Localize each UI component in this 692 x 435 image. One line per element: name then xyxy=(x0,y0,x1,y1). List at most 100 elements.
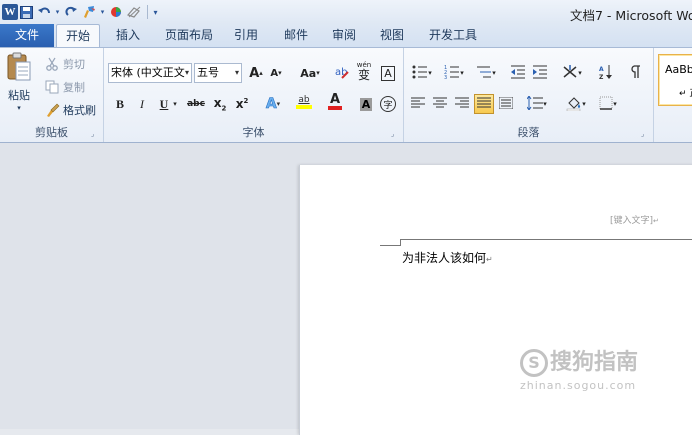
justify-icon xyxy=(477,97,491,112)
bold-button[interactable]: B xyxy=(110,94,130,114)
highlight-button[interactable]: ab xyxy=(290,92,318,112)
strikethrough-button[interactable]: abc xyxy=(184,94,208,114)
line-spacing-button[interactable]: ▾ xyxy=(524,94,550,114)
chinese-layout-icon xyxy=(562,64,578,82)
title-bar: W ▾ ▾ ▾ 文档7 - Microsoft Wo xyxy=(0,0,692,24)
subscript-button[interactable]: x2 xyxy=(210,94,230,114)
redo-icon[interactable] xyxy=(63,3,79,21)
decrease-indent-button[interactable] xyxy=(508,63,528,83)
tab-home[interactable]: 开始 xyxy=(56,24,100,48)
grow-font-button[interactable]: A ▴ xyxy=(246,63,266,83)
document-body-text[interactable]: 为非法人该如何↵ xyxy=(402,249,493,266)
copy-icon xyxy=(44,79,60,95)
eraser-icon[interactable] xyxy=(126,3,142,21)
tab-view[interactable]: 视图 xyxy=(374,24,410,47)
paragraph-launcher-icon[interactable]: ⌟ xyxy=(641,130,649,138)
numbering-button[interactable]: 123 ▾ xyxy=(440,63,468,83)
tab-page-layout[interactable]: 页面布局 xyxy=(160,24,218,47)
character-shading-icon: A xyxy=(359,97,373,111)
watermark-text: 搜狗指南 xyxy=(550,350,639,375)
align-left-button[interactable] xyxy=(408,94,428,114)
increase-indent-button[interactable] xyxy=(530,63,550,83)
phonetic-guide-char: 变 xyxy=(357,68,370,82)
align-right-button[interactable] xyxy=(452,94,472,114)
undo-icon[interactable] xyxy=(36,3,52,21)
font-name-value: 宋体 (中文正文 xyxy=(111,66,185,79)
show-marks-button[interactable] xyxy=(626,63,646,83)
font-name-dropdown-icon[interactable]: ▾ xyxy=(185,64,189,82)
tab-mailings[interactable]: 邮件 xyxy=(278,24,314,47)
distributed-button[interactable] xyxy=(496,94,516,114)
increase-indent-icon xyxy=(532,65,548,82)
font-size-dropdown-icon[interactable]: ▾ xyxy=(235,64,239,82)
superscript-icon: x2 xyxy=(235,97,249,111)
justify-button[interactable] xyxy=(474,94,494,114)
format-painter-button[interactable]: 格式刷 xyxy=(44,102,96,118)
customize-qat-icon[interactable]: ▾ xyxy=(151,3,160,21)
ribbon: 粘贴 ▾ 剪切 复制 格式刷 剪贴板 ⌟ 宋体 (中文正文 ▾ 五号 ▾ A ▴… xyxy=(0,47,692,143)
change-case-icon: Aa xyxy=(300,66,317,80)
cut-button[interactable]: 剪切 xyxy=(44,56,85,72)
font-group: 宋体 (中文正文 ▾ 五号 ▾ A▴ A▾ Aa▾ ab wén 变 A xyxy=(104,48,404,142)
clipboard-launcher-icon[interactable]: ⌟ xyxy=(91,130,99,138)
svg-text:Z: Z xyxy=(599,74,604,80)
font-color-button[interactable]: A xyxy=(322,92,348,112)
word-logo-icon[interactable]: W xyxy=(2,4,18,20)
header-placeholder[interactable]: [键入文字]↵ xyxy=(610,213,659,226)
font-launcher-icon[interactable]: ⌟ xyxy=(391,130,399,138)
tab-file[interactable]: 文件 xyxy=(0,24,54,47)
font-color-icon: A xyxy=(329,92,341,107)
paste-button[interactable]: 粘贴 ▾ xyxy=(6,52,32,112)
svg-text:A: A xyxy=(599,66,604,73)
tab-insert[interactable]: 插入 xyxy=(108,24,148,47)
enclose-characters-button[interactable]: 字 xyxy=(378,94,398,114)
tab-developer[interactable]: 开发工具 xyxy=(424,24,482,47)
paragraph-group: ▾ 123 ▾ ▾ ▾ AZ ▾ ▾ ▾ 段落 ⌟ xyxy=(404,48,654,142)
format-painter-label: 格式刷 xyxy=(63,104,96,117)
borders-button[interactable]: ▾ xyxy=(594,94,622,114)
ribbon-tabs: 文件 开始 插入 页面布局 引用 邮件 审阅 视图 开发工具 xyxy=(0,24,692,48)
undo-dropdown-icon[interactable]: ▾ xyxy=(54,3,61,21)
bullets-button[interactable]: ▾ xyxy=(408,63,436,83)
character-shading-button[interactable]: A xyxy=(356,94,376,114)
underline-dropdown-icon[interactable]: ▾ xyxy=(170,94,180,114)
shrink-font-button[interactable]: A ▾ xyxy=(266,63,286,83)
strikethrough-icon: abc xyxy=(187,99,205,109)
superscript-button[interactable]: x2 xyxy=(232,94,252,114)
paste-dropdown-icon: ▾ xyxy=(17,104,21,112)
clipboard-group: 粘贴 ▾ 剪切 复制 格式刷 剪贴板 ⌟ xyxy=(0,48,104,142)
align-center-button[interactable] xyxy=(430,94,450,114)
paragraph-mark-icon xyxy=(630,64,642,82)
document-page[interactable]: [键入文字]↵ 为非法人该如何↵ xyxy=(299,165,692,435)
tab-review[interactable]: 审阅 xyxy=(326,24,362,47)
italic-icon: I xyxy=(140,96,144,111)
watermark: S 搜狗指南 zhinan.sogou.com xyxy=(520,344,670,394)
enclose-characters-icon: 字 xyxy=(380,96,396,112)
color-icon[interactable] xyxy=(108,3,124,21)
decrease-indent-icon xyxy=(510,65,526,82)
font-size-combo[interactable]: 五号 ▾ xyxy=(194,63,242,83)
phonetic-guide-button[interactable]: wén 变 xyxy=(354,61,374,81)
change-case-button[interactable]: Aa ▾ xyxy=(296,63,324,83)
format-painter-icon[interactable] xyxy=(81,3,97,21)
text-effects-button[interactable]: A ▾ xyxy=(260,94,286,114)
shading-button[interactable]: ▾ xyxy=(562,94,590,114)
save-icon[interactable] xyxy=(18,3,34,21)
font-name-combo[interactable]: 宋体 (中文正文 ▾ xyxy=(108,63,192,83)
tab-references[interactable]: 引用 xyxy=(228,24,264,47)
align-left-icon xyxy=(411,97,425,112)
character-border-button[interactable]: A xyxy=(378,63,398,83)
italic-button[interactable]: I xyxy=(132,94,152,114)
font-color-bar xyxy=(328,106,342,110)
format-painter-dropdown-icon[interactable]: ▾ xyxy=(99,3,106,21)
copy-label: 复制 xyxy=(63,81,85,94)
style-normal-preview[interactable]: AaBb ↵ 正 xyxy=(658,54,692,106)
chinese-layout-button[interactable]: ▾ xyxy=(558,63,586,83)
clear-format-button[interactable]: ab xyxy=(332,63,352,83)
copy-button[interactable]: 复制 xyxy=(44,79,85,95)
scissors-icon xyxy=(44,56,60,72)
qat-separator xyxy=(147,5,148,19)
text-effects-icon: A xyxy=(265,96,277,113)
sort-button[interactable]: AZ xyxy=(596,63,616,83)
multilevel-list-button[interactable]: ▾ xyxy=(472,63,500,83)
